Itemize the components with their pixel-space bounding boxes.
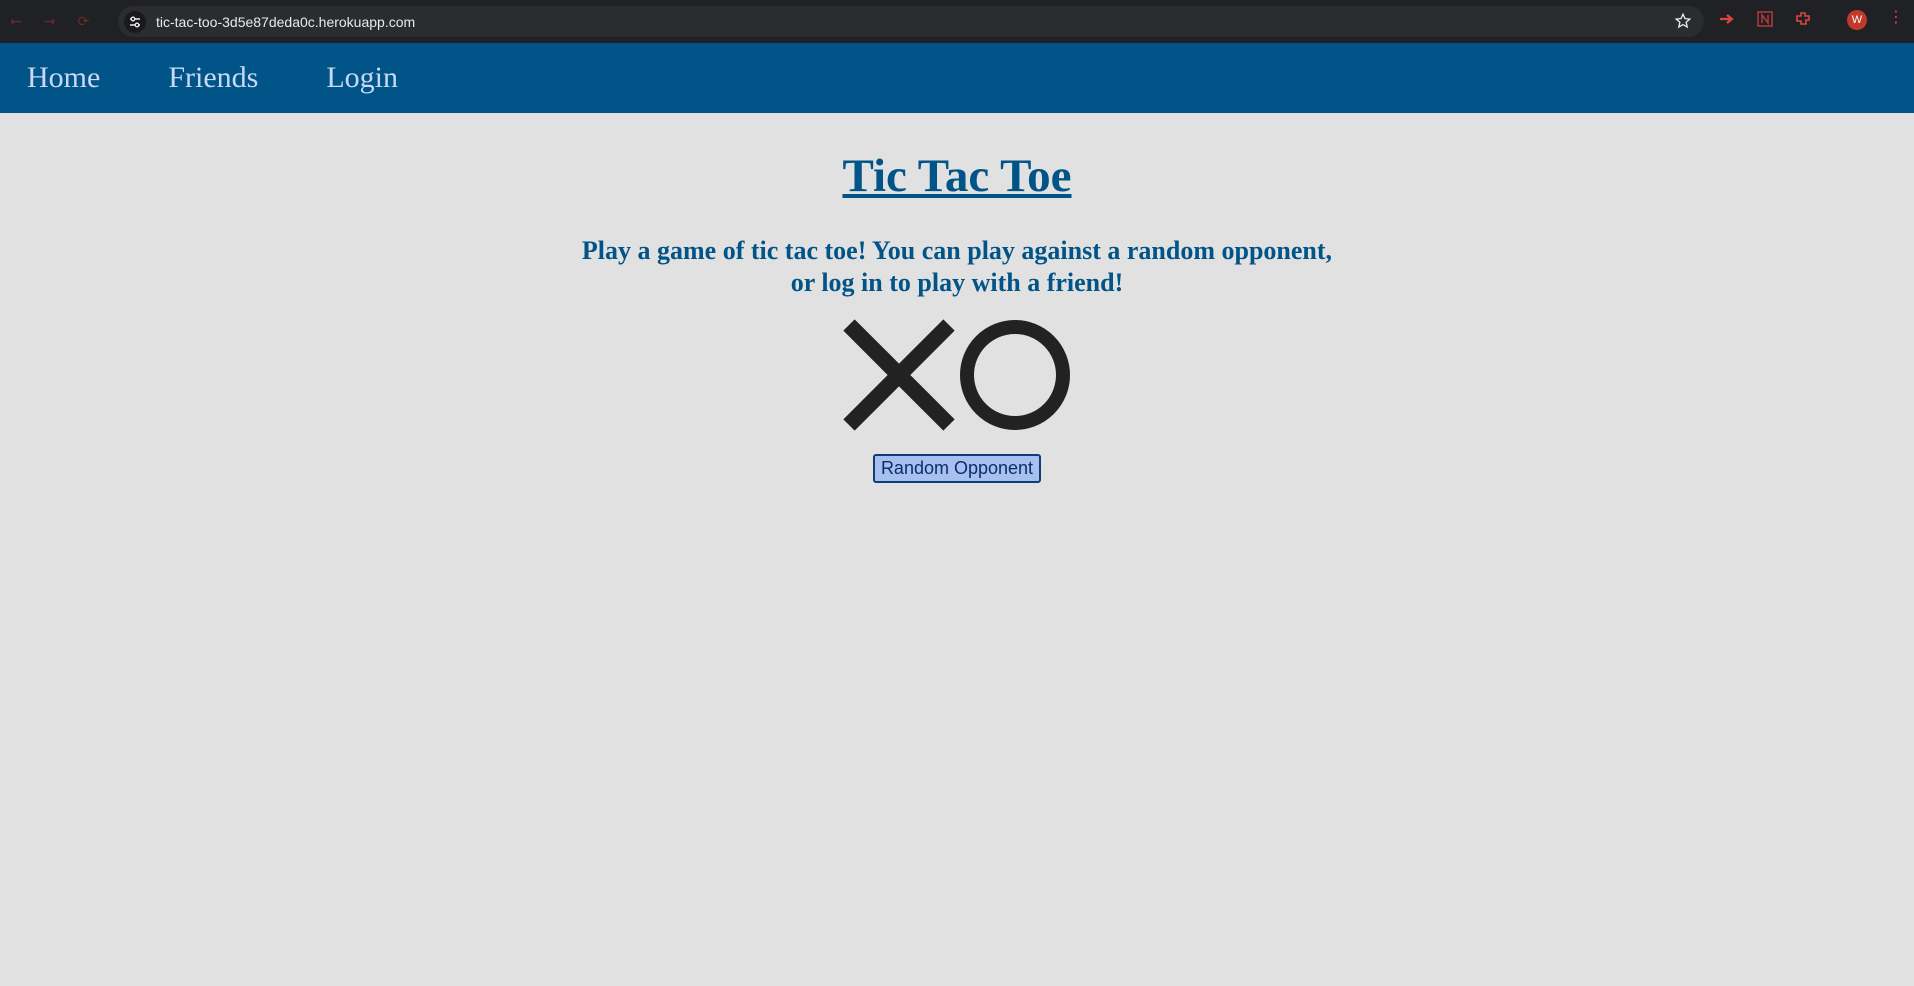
xo-logo (0, 319, 1914, 436)
back-icon[interactable]: ← (10, 14, 22, 30)
extensions-area (1718, 10, 1812, 28)
reload-icon[interactable]: ⟳ (77, 14, 89, 30)
nav-home-link[interactable]: Home (27, 61, 100, 95)
random-opponent-button[interactable]: Random Opponent (872, 454, 1042, 483)
extension-n-icon[interactable] (1756, 10, 1774, 28)
extension-puzzle-icon[interactable] (1794, 10, 1812, 28)
browser-menu-icon[interactable]: ⋮ (1888, 9, 1904, 25)
x-icon (843, 319, 955, 431)
nav-login-link[interactable]: Login (326, 61, 398, 95)
nav-friends-link[interactable]: Friends (168, 61, 258, 95)
intro-line-2: or log in to play with a friend! (790, 268, 1124, 297)
address-bar[interactable]: tic-tac-too-3d5e87deda0c.herokuapp.com (118, 6, 1704, 37)
page-title: Tic Tac Toe (842, 150, 1072, 202)
intro-line-1: Play a game of tic tac toe! You can play… (581, 236, 1333, 265)
site-info-icon[interactable] (124, 10, 146, 33)
main-content: Tic Tac Toe Play a game of tic tac toe! … (0, 149, 1914, 483)
bookmark-star-icon[interactable] (1674, 12, 1692, 30)
site-nav: Home Friends Login (0, 43, 1914, 113)
profile-avatar[interactable]: W (1847, 10, 1867, 30)
forward-icon[interactable]: → (44, 14, 56, 30)
browser-nav-buttons: ← → ⟳ (10, 14, 110, 30)
o-icon (960, 320, 1070, 430)
browser-chrome: ← → ⟳ tic-tac-too-3d5e87deda0c.herokuapp… (0, 0, 1914, 43)
url-text[interactable]: tic-tac-too-3d5e87deda0c.herokuapp.com (156, 14, 415, 30)
extension-arrow-icon[interactable] (1718, 10, 1736, 28)
intro-text: Play a game of tic tac toe! You can play… (547, 235, 1367, 299)
